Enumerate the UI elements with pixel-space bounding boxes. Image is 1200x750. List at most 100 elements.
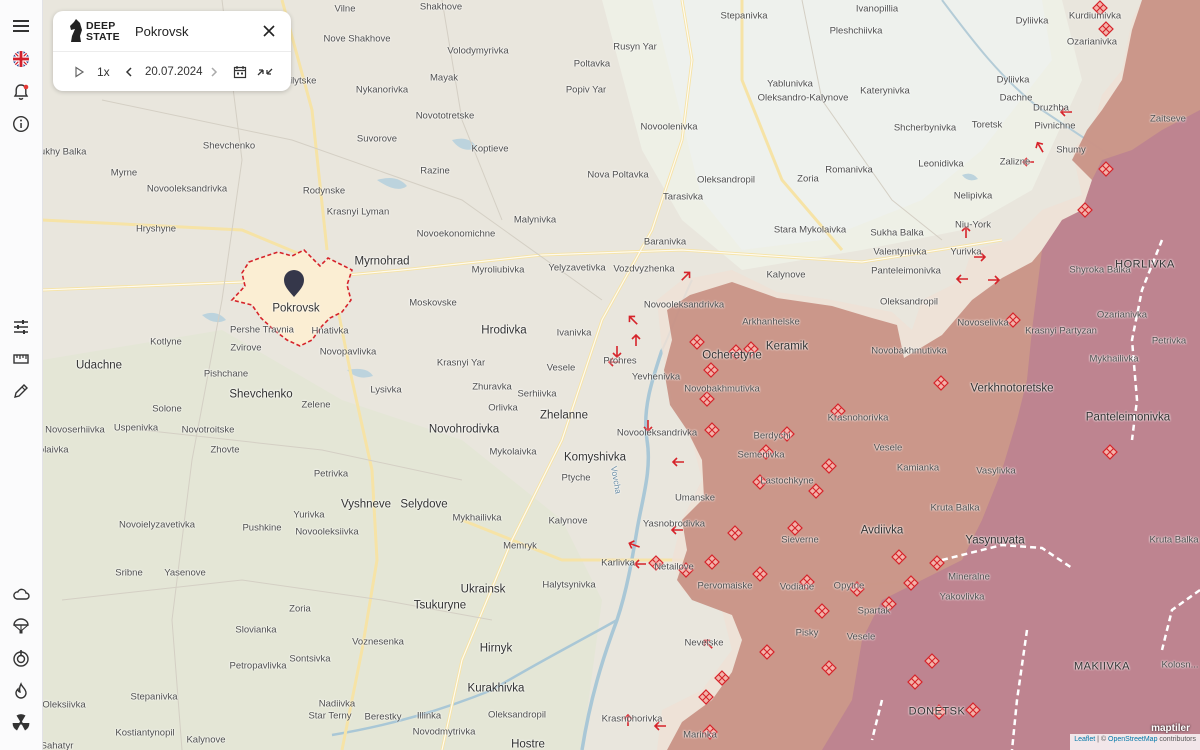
place-label: Panteleimonivka (871, 265, 941, 277)
place-label: Kostiantynopil (115, 727, 175, 739)
place-label: Oleksiivka (42, 699, 86, 711)
place-label: Shcherbynivka (893, 122, 957, 134)
place-label: Kalynove (766, 269, 806, 281)
place-label: MAKIIVKA (1074, 660, 1130, 673)
place-label: Hrodivka (481, 324, 527, 337)
place-label: Yasenove (164, 567, 206, 579)
previous-date-button[interactable] (124, 63, 134, 81)
place-label: Zhovte (210, 444, 240, 456)
place-label: Sieverne (781, 534, 819, 546)
leaflet-link[interactable]: Leaflet (1074, 736, 1095, 743)
place-label: Toretsk (971, 119, 1003, 131)
logo-text-state: STATE (86, 31, 120, 43)
place-label: Kruta Balka (1149, 534, 1199, 546)
place-label: Stepanivka (130, 691, 178, 703)
place-label: Nykanorivka (355, 84, 409, 96)
sliders-icon[interactable] (9, 315, 33, 339)
place-label: Selydove (400, 498, 448, 511)
place-label: Berestky (364, 711, 402, 723)
play-button[interactable] (73, 63, 85, 81)
uk-flag-icon[interactable] (9, 47, 33, 71)
target-icon[interactable] (9, 646, 33, 670)
place-label: Sukhy Balka (42, 146, 87, 158)
place-label: Novoielyzavetivka (118, 519, 196, 531)
place-label: Tsukuryne (413, 599, 467, 612)
place-label: Pishchane (203, 368, 249, 380)
place-label: Zhuravka (472, 381, 512, 393)
place-label: Leonidivka (918, 158, 964, 170)
fire-icon[interactable] (9, 679, 33, 703)
place-label: Lastochkyne (760, 475, 814, 487)
place-label: Sribne (115, 567, 143, 579)
place-label: Novooleksandrivka (616, 427, 698, 439)
osm-link[interactable]: OpenStreetMap (1108, 736, 1157, 743)
place-label: Zaitseve (1150, 113, 1186, 125)
place-label: Ozarianivka (1066, 36, 1118, 48)
radiation-icon[interactable] (9, 711, 33, 735)
place-label: Orlivka (488, 402, 518, 414)
place-label: Novototretske (415, 110, 475, 122)
place-label: Halytsynivka (542, 579, 596, 591)
place-label: Razine (420, 165, 450, 177)
date-display[interactable]: 20.07.2024 (145, 63, 203, 81)
place-label: Mykhailivka (452, 512, 502, 524)
place-label: Shevchenko (202, 140, 256, 152)
place-label: Ptyche (561, 472, 591, 484)
place-label: Krasnyi Yar (436, 357, 486, 369)
map[interactable]: Vilne Shakhove Stepanivka Ivanopillia Kurdiu… (42, 0, 1200, 750)
place-label: Druzhba (1033, 102, 1069, 114)
place-label: Sahatyr (42, 740, 74, 750)
place-label: Nove Shakhove (323, 33, 391, 45)
place-label: Krasnyi Lyman (326, 206, 390, 218)
place-label: Nevelske (684, 637, 724, 649)
pen-icon[interactable] (9, 379, 33, 403)
place-label: Vyshneve (340, 498, 392, 511)
place-label: Mayak (430, 72, 458, 84)
place-label: DONETSK (908, 705, 966, 718)
panel-title: Pokrovsk (135, 24, 189, 39)
place-label: Niu-York (954, 219, 992, 231)
place-label: Voznesenka (352, 636, 404, 648)
place-label: Hnativka (311, 325, 349, 337)
cloud-icon[interactable] (9, 582, 33, 606)
place-label: Ivanivka (556, 327, 592, 339)
parachute-icon[interactable] (9, 614, 33, 638)
place-label: Shevchenko (229, 388, 293, 401)
place-label: Zhelanne (540, 409, 588, 422)
place-label: Stepanivka (720, 10, 768, 22)
place-label: Komyshivka (564, 451, 626, 464)
place-label: Memryk (503, 540, 537, 552)
ruler-icon[interactable] (9, 347, 33, 371)
chevron-right-icon (211, 67, 218, 77)
place-label: Yurivka (293, 509, 325, 521)
place-label: Yablunivka (767, 78, 813, 90)
place-label: Novooleksandrivka (146, 183, 228, 195)
place-label: Shakhove (419, 1, 463, 13)
next-date-button[interactable] (209, 63, 219, 81)
place-label: Malynivka (513, 214, 557, 226)
place-label: Kolosn... (1161, 659, 1199, 671)
calendar-button[interactable] (233, 63, 247, 81)
place-label: Myroliubivka (471, 264, 525, 276)
place-label: Karlivka (601, 557, 635, 569)
place-label: Myrnohrad (354, 255, 410, 268)
speed-button[interactable]: 1x (97, 63, 110, 81)
info-icon[interactable] (9, 112, 33, 136)
place-label: Vilne (334, 3, 356, 15)
place-label: Krasnyi Partyzan (1025, 325, 1097, 337)
place-label: Kotlyne (150, 336, 182, 348)
place-label: Rodynske (302, 185, 346, 197)
bell-icon[interactable] (9, 80, 33, 104)
menu-icon[interactable] (9, 14, 33, 38)
place-label: Hostre (511, 738, 545, 750)
place-label: Pleshchiivka (829, 25, 883, 37)
compare-button[interactable] (257, 63, 273, 81)
knight-icon (70, 19, 82, 42)
place-label: Kalynove (186, 734, 226, 746)
search-panel: DEEP STATE Pokrovsk 1x 20.07.2024 (53, 11, 291, 91)
close-button[interactable] (260, 22, 278, 40)
place-label: Udachne (75, 359, 123, 372)
place-label: Novopavlivka (319, 346, 377, 358)
place-label: Hirnyk (479, 642, 513, 655)
chevron-left-icon (125, 67, 132, 77)
